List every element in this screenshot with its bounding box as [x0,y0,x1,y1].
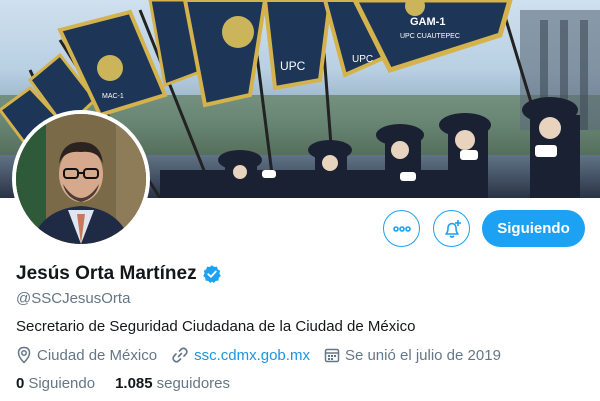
banner-flag-label-5: MAC-1 [102,93,124,100]
location-icon [17,346,31,364]
website-link[interactable]: ssc.cdmx.gob.mx [194,347,310,364]
link-icon [172,347,188,363]
followers-stat[interactable]: 1.085 seguidores [115,375,230,392]
joined-item: Se unió el julio de 2019 [324,347,501,364]
location-text: Ciudad de México [37,346,158,364]
profile-stats: 0 Siguiendo 1.085 seguidores [16,375,250,392]
banner-flag-label-4: UPC [352,54,373,65]
profile-avatar[interactable] [12,110,150,248]
followers-count: 1.085 [115,375,153,392]
website-item[interactable]: ssc.cdmx.gob.mx [171,346,310,364]
joined-text: Se unió el julio de 2019 [344,346,501,364]
more-options-button[interactable] [383,210,420,247]
profile-bio: Secretario de Seguridad Ciudadana de la … [16,318,416,335]
verified-badge-icon [202,265,221,283]
profile-name-row: Jesús Orta Martínez [16,263,222,285]
more-icon [392,225,411,232]
banner-flag-label-3: UPC CUAUTEPEC [400,33,460,40]
profile-meta: Ciudad de México ssc.cdmx.gob.mx Se unió… [16,346,515,364]
following-button[interactable]: Siguiendo [482,210,585,247]
location-item: Ciudad de México [16,346,157,364]
notifications-button[interactable] [433,210,470,247]
following-stat[interactable]: 0 Siguiendo [16,375,95,392]
calendar-icon [324,348,340,363]
bell-plus-icon [444,219,461,238]
profile-handle: @SSCJesusOrta [16,290,131,307]
following-count: 0 [16,375,25,392]
banner-flag-label-1: UPC [280,59,306,73]
following-label: Siguiendo [28,375,96,392]
profile-name: Jesús Orta Martínez [16,263,197,284]
banner-flag-label-2: GAM-1 [410,16,445,28]
avatar-image [16,114,146,244]
followers-label: seguidores [156,375,231,392]
